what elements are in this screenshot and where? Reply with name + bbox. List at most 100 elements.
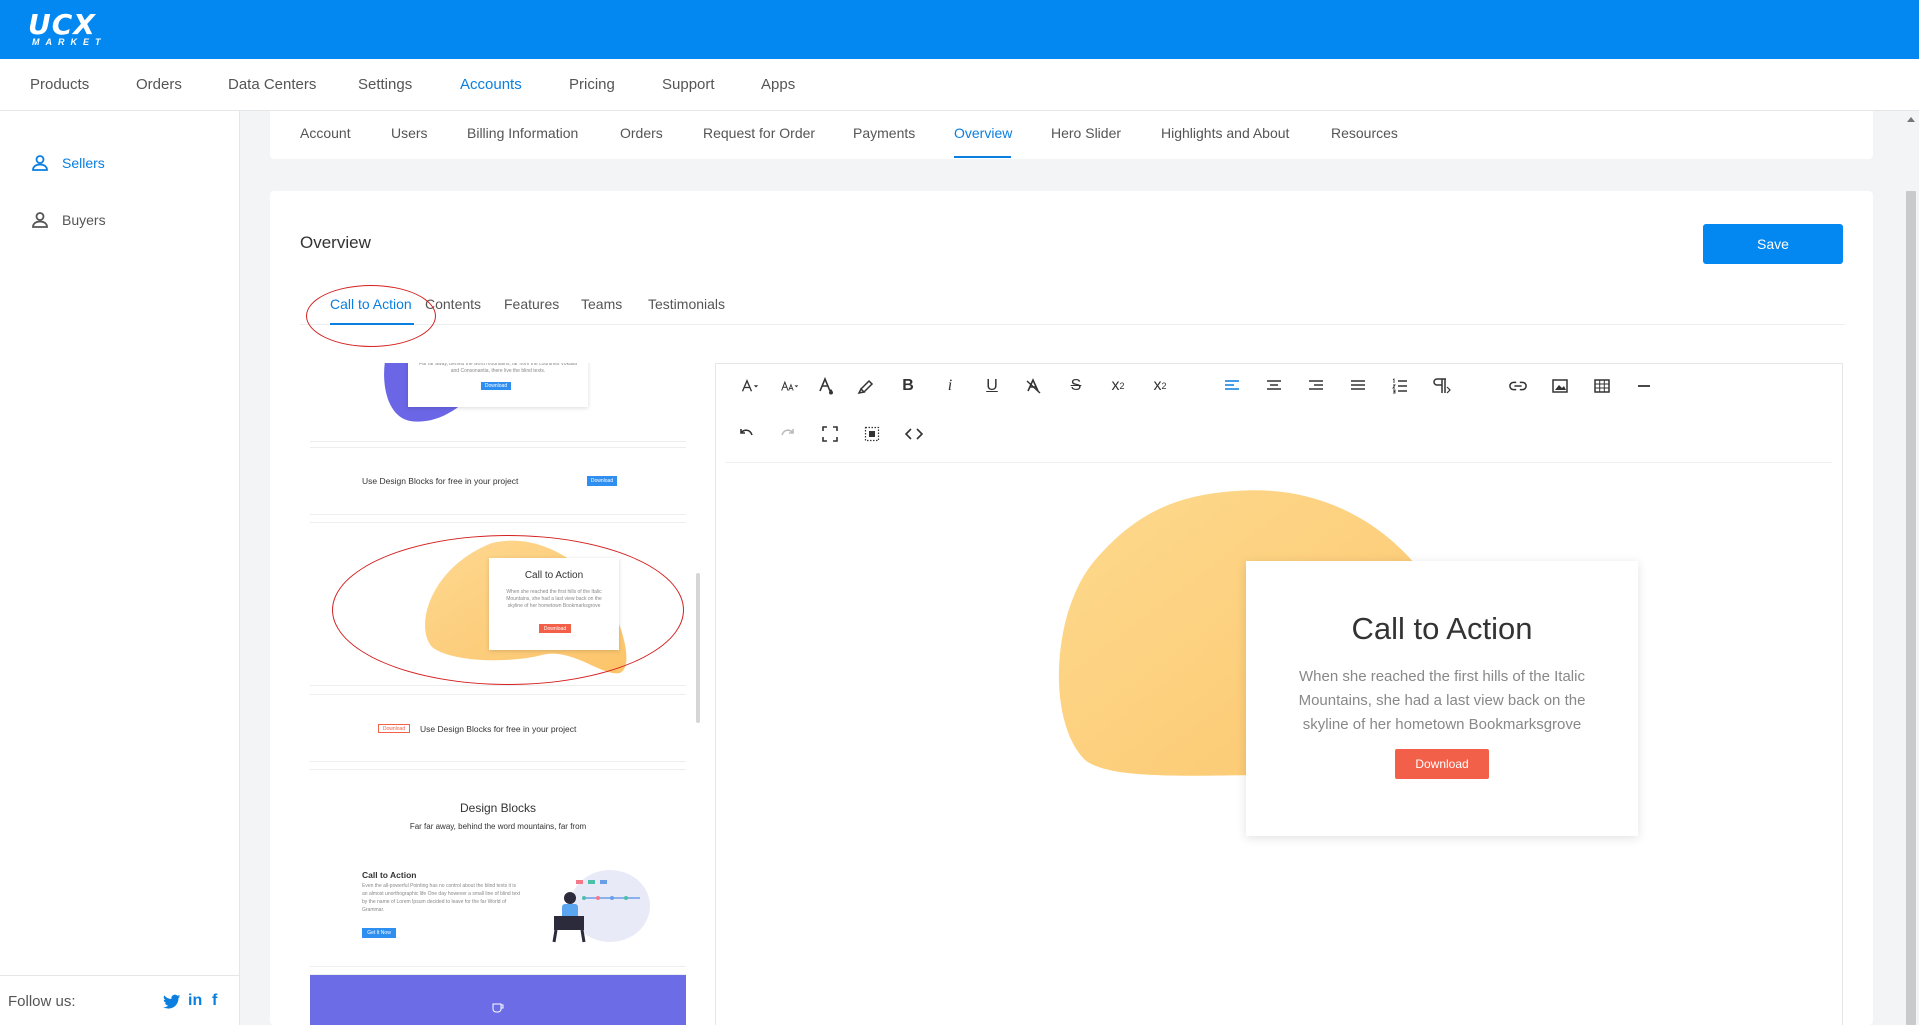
font-size-button[interactable] [772, 372, 808, 400]
block-thumbnail[interactable]: Design Blocks Far far away, behind the w… [310, 770, 686, 966]
block-text: When she reached the first hills of the … [506, 589, 602, 609]
top-header: UCX MARKET [0, 0, 1919, 59]
align-left-icon[interactable] [1218, 372, 1246, 400]
overview-tabs: Call to Action Contents Features Teams T… [300, 269, 1845, 325]
block-text: Far far away, behind the word mountains,… [419, 363, 577, 374]
twitter-icon[interactable] [163, 994, 181, 1015]
scrollbar-thumb[interactable] [1906, 191, 1916, 1025]
redo-icon[interactable] [774, 420, 802, 448]
scroll-up-arrow-icon[interactable] [1907, 117, 1915, 122]
block-thumbnail[interactable] [310, 975, 686, 1025]
tab-call-to-action[interactable]: Call to Action [330, 296, 412, 312]
nav-accounts[interactable]: Accounts [460, 76, 522, 93]
tab-testimonials[interactable]: Testimonials [648, 296, 725, 312]
horizontal-line-icon[interactable] [1630, 372, 1658, 400]
cta-download-button[interactable]: Download [1395, 749, 1489, 779]
select-all-icon[interactable] [858, 420, 886, 448]
block-title: Design Blocks [459, 801, 537, 815]
block-subtitle: Far far away, behind the word mountains,… [409, 822, 587, 831]
block-thumbnail[interactable]: Use Design Blocks for free in your proje… [310, 448, 686, 514]
subnav-users[interactable]: Users [391, 125, 428, 141]
toolbar-divider [726, 462, 1832, 463]
subnav-overview[interactable]: Overview [954, 125, 1012, 141]
block-text: Use Design Blocks for free in your proje… [420, 724, 577, 734]
block-card: Far far away, behind the word mountains,… [408, 363, 588, 407]
subnav-active-indicator [954, 156, 1011, 158]
block-thumbnail[interactable]: Download Use Design Blocks for free in y… [310, 695, 686, 761]
align-right-icon[interactable] [1302, 372, 1330, 400]
follow-us: Follow us: in f [0, 975, 240, 1025]
highlight-icon[interactable] [852, 372, 880, 400]
sidebar-item-buyers[interactable]: Buyers [30, 208, 106, 232]
paragraph-format-icon[interactable] [1428, 372, 1456, 400]
block-button: Get It Now [362, 928, 396, 938]
nav-support[interactable]: Support [662, 76, 715, 93]
subnav-billing-information[interactable]: Billing Information [467, 125, 578, 141]
subscript-icon[interactable]: x2 [1104, 372, 1132, 400]
facebook-icon[interactable]: f [212, 992, 217, 1010]
subnav-highlights-and-about[interactable]: Highlights and About [1161, 125, 1289, 141]
block-list: Far far away, behind the word mountains,… [310, 363, 686, 1025]
ordered-list-icon[interactable] [1386, 372, 1414, 400]
sidebar: Sellers Buyers Follow us: in f [0, 111, 240, 1025]
align-center-icon[interactable] [1260, 372, 1288, 400]
sidebar-item-sellers[interactable]: Sellers [30, 151, 105, 175]
subnav-resources[interactable]: Resources [1331, 125, 1398, 141]
nav-orders[interactable]: Orders [136, 76, 182, 93]
strikethrough-icon[interactable]: S [1062, 372, 1090, 400]
cta-title[interactable]: Call to Action [1246, 611, 1638, 647]
follow-label: Follow us: [8, 993, 76, 1010]
nav-products[interactable]: Products [30, 76, 89, 93]
subnav-orders[interactable]: Orders [620, 125, 663, 141]
cta-block-preview[interactable]: Call to Action When she reached the firs… [1246, 561, 1638, 836]
block-button: Download [378, 724, 410, 733]
main-nav: Products Orders Data Centers Settings Ac… [0, 59, 1919, 111]
link-icon[interactable] [1504, 372, 1532, 400]
page-scrollbar[interactable] [1903, 111, 1919, 1025]
text-color-icon[interactable] [812, 372, 840, 400]
subnav-account[interactable]: Account [300, 125, 351, 141]
bold-icon[interactable]: B [894, 372, 922, 400]
subnav-request-for-order[interactable]: Request for Order [703, 125, 815, 141]
nav-data-centers[interactable]: Data Centers [228, 76, 316, 93]
coffee-icon [492, 1003, 504, 1013]
save-button[interactable]: Save [1703, 224, 1843, 264]
nav-apps[interactable]: Apps [761, 76, 795, 93]
italic-icon[interactable]: i [936, 372, 964, 400]
page-title: Overview [300, 233, 371, 252]
cta-description[interactable]: When she reached the first hills of the … [1282, 665, 1602, 737]
ucx-market-logo[interactable]: UCX MARKET [28, 8, 120, 47]
superscript-icon[interactable]: x2 [1146, 372, 1174, 400]
block-button: Download [587, 476, 617, 486]
user-icon [32, 155, 48, 171]
fullscreen-icon[interactable] [816, 420, 844, 448]
tab-teams[interactable]: Teams [581, 296, 622, 312]
code-view-icon[interactable] [900, 420, 928, 448]
align-justify-icon[interactable] [1344, 372, 1372, 400]
block-thumbnail[interactable]: Far far away, behind the word mountains,… [310, 363, 686, 441]
block-text: Use Design Blocks for free in your proje… [362, 476, 519, 486]
block-button: Download [539, 624, 571, 633]
subnav-payments[interactable]: Payments [853, 125, 915, 141]
block-thumbnail[interactable]: Call to Action When she reached the firs… [310, 523, 686, 685]
rich-text-editor[interactable]: B i U S x2 x2 Call to Action When she re… [715, 363, 1843, 1025]
overview-card: Overview Save Call to Action Contents Fe… [270, 191, 1873, 1025]
block-list-scrollbar[interactable] [695, 363, 701, 1025]
sidebar-item-label: Buyers [62, 212, 106, 228]
nav-settings[interactable]: Settings [358, 76, 412, 93]
underline-icon[interactable]: U [978, 372, 1006, 400]
tab-active-indicator [330, 323, 414, 325]
font-family-button[interactable] [732, 372, 768, 400]
tab-features[interactable]: Features [504, 296, 559, 312]
person-laptop-illustration [552, 870, 650, 943]
linkedin-icon[interactable]: in [188, 992, 202, 1010]
nav-pricing[interactable]: Pricing [569, 76, 615, 93]
subnav-hero-slider[interactable]: Hero Slider [1051, 125, 1121, 141]
undo-icon[interactable] [732, 420, 760, 448]
scrollbar-thumb[interactable] [696, 573, 700, 723]
insert-image-icon[interactable] [1546, 372, 1574, 400]
sidebar-item-label: Sellers [62, 155, 105, 171]
tab-contents[interactable]: Contents [425, 296, 481, 312]
clear-format-icon[interactable] [1020, 372, 1048, 400]
insert-table-icon[interactable] [1588, 372, 1616, 400]
